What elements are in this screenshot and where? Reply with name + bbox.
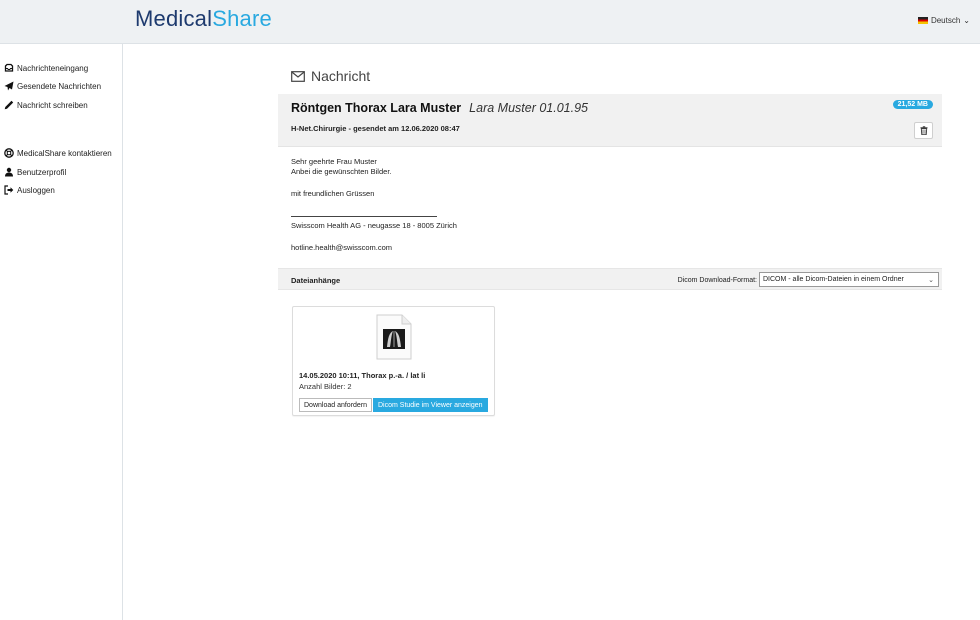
dicom-file-icon bbox=[376, 314, 412, 360]
delete-message-button[interactable] bbox=[914, 122, 933, 139]
signature-divider bbox=[291, 216, 437, 217]
chevron-down-icon: ⌄ bbox=[963, 16, 970, 25]
sidebar-item-sent[interactable]: Gesendete Nachrichten bbox=[4, 81, 101, 91]
logo-text-medical: Medical bbox=[135, 6, 213, 31]
sidebar-item-compose[interactable]: Nachricht schreiben bbox=[4, 100, 88, 110]
sidebar-item-label: Nachrichteneingang bbox=[17, 63, 89, 73]
language-label: Deutsch bbox=[930, 16, 961, 25]
app-logo[interactable]: MedicalShare bbox=[135, 6, 272, 32]
logo-text-share: Share bbox=[212, 6, 272, 31]
top-bar: MedicalShare Deutsch ⌄ bbox=[0, 0, 980, 44]
attachments-bar: Dateianhänge Dicom Download-Format: DICO… bbox=[278, 268, 942, 290]
study-image-count: Anzahl Bilder: 2 bbox=[299, 382, 352, 391]
sidebar-item-label: Ausloggen bbox=[17, 185, 55, 195]
subject-text: Röntgen Thorax Lara Muster bbox=[291, 101, 462, 115]
study-title: 14.05.2020 10:11, Thorax p.-a. / lat li bbox=[299, 371, 426, 380]
trash-icon bbox=[920, 126, 927, 135]
patient-info: Lara Muster 01.01.95 bbox=[469, 101, 588, 115]
message-sender: H-Net.Chirurgie - gesendet am 12.06.2020… bbox=[291, 124, 460, 133]
sidebar-item-label: Nachricht schreiben bbox=[17, 100, 88, 110]
sidebar-item-label: MedicalShare kontaktieren bbox=[17, 148, 112, 158]
body-signature: Swisscom Health AG - neugasse 18 - 8005 … bbox=[291, 221, 457, 230]
inbox-icon bbox=[4, 63, 14, 72]
sidebar-item-inbox[interactable]: Nachrichteneingang bbox=[4, 63, 88, 73]
message-size-badge: 21,52 MB bbox=[892, 100, 933, 109]
body-email: hotline.health@swisscom.com bbox=[291, 243, 392, 252]
logout-icon bbox=[4, 185, 14, 195]
download-format-label: Dicom Download-Format: bbox=[677, 277, 757, 284]
message-subject: Röntgen Thorax Lara Muster Lara Muster 01… bbox=[291, 101, 588, 115]
send-icon bbox=[4, 81, 14, 91]
language-selector[interactable]: Deutsch ⌄ bbox=[917, 16, 970, 25]
body-closing: mit freundlichen Grüssen bbox=[291, 189, 375, 198]
chevron-down-icon: ⌄ bbox=[928, 277, 934, 284]
request-download-button[interactable]: Download anfordern bbox=[299, 398, 373, 412]
german-flag-icon bbox=[917, 17, 928, 24]
download-format-value: DICOM - alle Dicom-Dateien in einem Ordn… bbox=[763, 276, 904, 283]
sidebar-item-profile[interactable]: Benutzerprofil bbox=[4, 167, 66, 177]
page-header: Nachricht bbox=[291, 68, 370, 84]
attachments-title: Dateianhänge bbox=[291, 276, 341, 285]
sidebar-item-label: Benutzerprofil bbox=[17, 167, 67, 177]
sidebar-item-contact[interactable]: MedicalShare kontaktieren bbox=[4, 148, 112, 158]
open-in-viewer-button[interactable]: Dicom Studie im Viewer anzeigen bbox=[373, 398, 488, 412]
download-format-select[interactable]: DICOM - alle Dicom-Dateien in einem Ordn… bbox=[759, 272, 939, 287]
sidebar-item-label: Gesendete Nachrichten bbox=[17, 81, 102, 91]
sidebar: Nachrichteneingang Gesendete Nachrichten… bbox=[0, 44, 123, 620]
message-header: Röntgen Thorax Lara Muster Lara Muster 01… bbox=[278, 94, 942, 147]
user-icon bbox=[5, 167, 13, 177]
lifebuoy-icon bbox=[4, 148, 14, 158]
attachment-card: 14.05.2020 10:11, Thorax p.-a. / lat li … bbox=[292, 306, 495, 416]
page-title: Nachricht bbox=[311, 68, 371, 84]
envelope-icon bbox=[291, 70, 305, 82]
body-line: Anbei die gewünschten Bilder. bbox=[291, 167, 392, 176]
sidebar-item-logout[interactable]: Ausloggen bbox=[4, 185, 55, 195]
pencil-icon bbox=[4, 100, 14, 110]
